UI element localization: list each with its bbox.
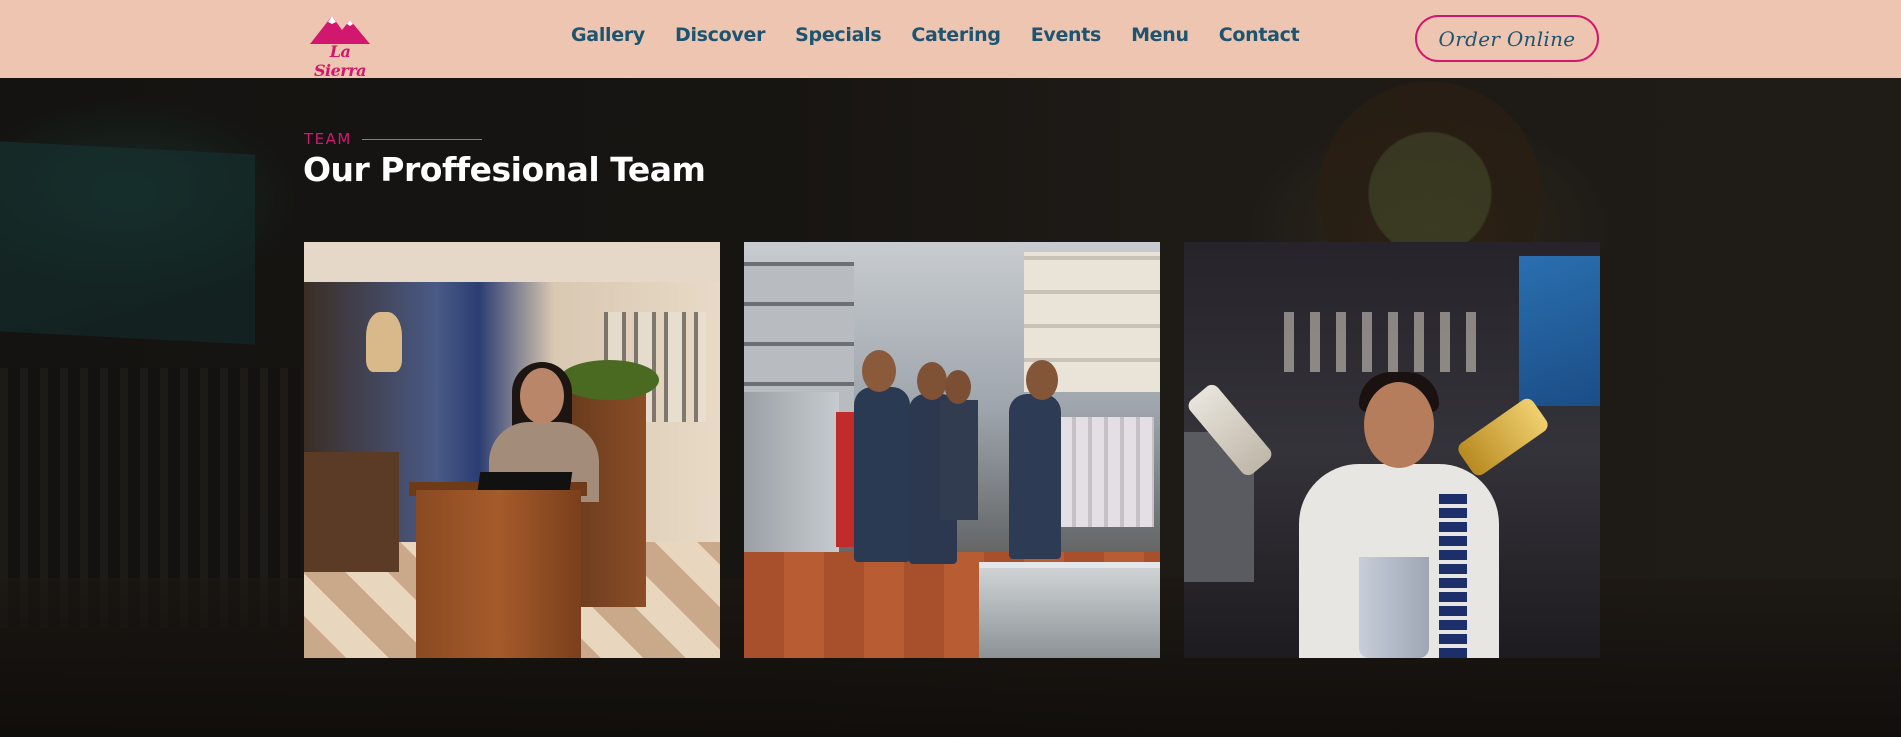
logo[interactable]: La Sierra xyxy=(302,10,378,80)
cook-1 xyxy=(854,387,910,562)
section-title: Our Proffesional Team xyxy=(303,150,706,189)
steel-sink xyxy=(979,562,1160,658)
cook-4 xyxy=(1009,394,1061,559)
nav-item-contact[interactable]: Contact xyxy=(1219,24,1300,46)
team-card-kitchen[interactable] xyxy=(744,242,1160,658)
bar-tv xyxy=(1519,256,1600,406)
nav-item-specials[interactable]: Specials xyxy=(795,24,882,46)
section-eyebrow: TEAM xyxy=(304,130,482,148)
bar-bottles xyxy=(1284,312,1484,372)
eyebrow-divider xyxy=(361,138,482,140)
site-header: La Sierra Gallery Discover Specials Cate… xyxy=(0,0,1901,80)
nav-item-catering[interactable]: Catering xyxy=(911,24,1001,46)
nav-item-discover[interactable]: Discover xyxy=(675,24,765,46)
booth xyxy=(304,452,399,572)
host-podium xyxy=(416,490,581,658)
order-online-button[interactable]: Order Online xyxy=(1415,15,1599,62)
nav-item-gallery[interactable]: Gallery xyxy=(571,24,645,46)
cocktail-shaker xyxy=(1359,557,1429,658)
main-nav: Gallery Discover Specials Catering Event… xyxy=(571,24,1300,46)
plant xyxy=(559,360,659,400)
team-card-host[interactable] xyxy=(304,242,720,658)
nav-item-menu[interactable]: Menu xyxy=(1131,24,1189,46)
cook-3 xyxy=(940,400,978,520)
team-card-bartender[interactable] xyxy=(1184,242,1600,658)
reservation-book xyxy=(477,472,573,490)
nav-item-events[interactable]: Events xyxy=(1031,24,1102,46)
eyebrow-label: TEAM xyxy=(304,130,352,148)
logo-text: La Sierra xyxy=(313,42,367,80)
team-section: TEAM Our Proffesional Team xyxy=(0,78,1901,737)
mountain-logo-icon xyxy=(310,16,370,44)
pendant-lamp xyxy=(366,312,402,372)
